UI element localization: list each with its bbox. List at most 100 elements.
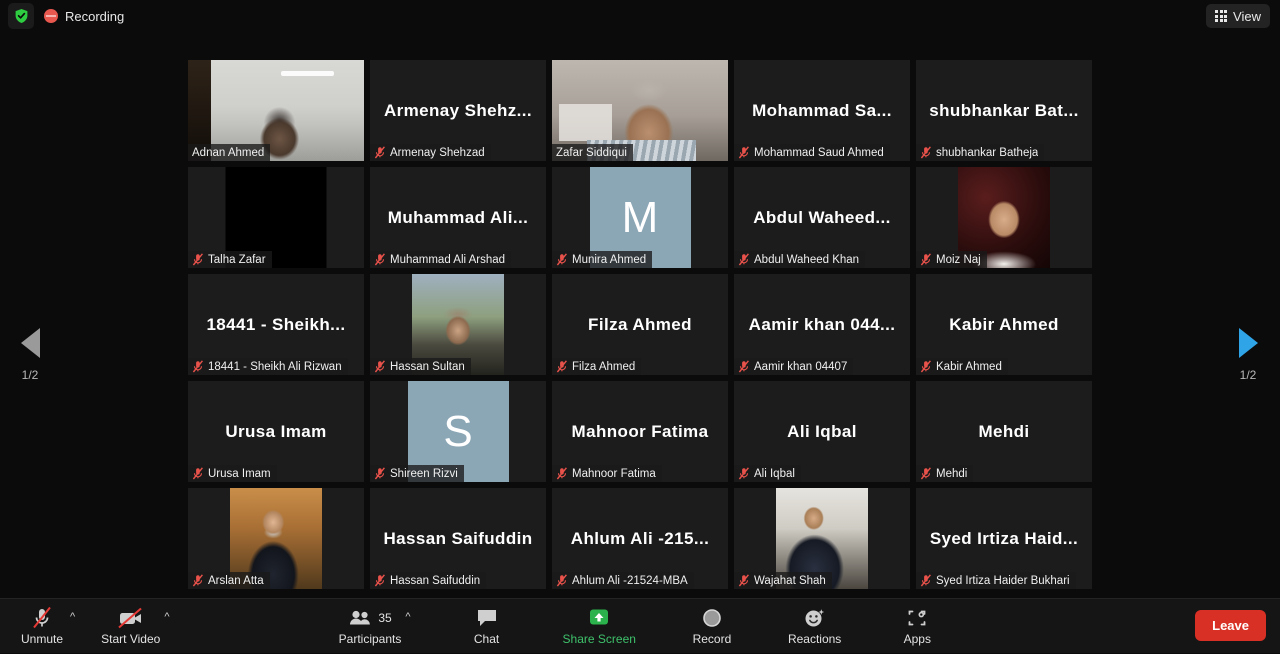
participant-name-label: Mehdi bbox=[936, 468, 967, 480]
participants-button[interactable]: 35 Participants bbox=[339, 599, 402, 646]
participant-name-label: Munira Ahmed bbox=[572, 254, 646, 266]
participant-name-badge: Zafar Siddiqui bbox=[552, 144, 633, 161]
share-screen-label: Share Screen bbox=[563, 632, 636, 646]
microphone-muted-icon bbox=[374, 467, 386, 480]
microphone-muted-icon bbox=[738, 360, 750, 373]
participants-control-group: 35 Participants ^ bbox=[339, 599, 411, 646]
previous-page-button[interactable]: 1/2 bbox=[0, 328, 60, 382]
microphone-muted-icon bbox=[374, 360, 386, 373]
participant-name-badge: Shireen Rizvi bbox=[370, 465, 464, 482]
participant-name-badge: Abdul Waheed Khan bbox=[734, 251, 865, 268]
participant-name-badge: Muhammad Ali Arshad bbox=[370, 251, 511, 268]
encryption-shield-button[interactable] bbox=[8, 3, 34, 29]
participant-tile[interactable]: Armenay Shehz...Armenay Shehzad bbox=[370, 60, 546, 161]
participant-tile[interactable]: MehdiMehdi bbox=[916, 381, 1092, 482]
participant-tile[interactable]: SShireen Rizvi bbox=[370, 381, 546, 482]
microphone-muted-icon bbox=[192, 574, 204, 587]
participant-name-label: Adnan Ahmed bbox=[192, 147, 264, 159]
participant-tile[interactable]: Talha Zafar bbox=[188, 167, 364, 268]
participant-display-name: shubhankar Bat... bbox=[923, 101, 1084, 121]
participants-caret[interactable]: ^ bbox=[405, 611, 410, 623]
participant-name-badge: Syed Irtiza Haider Bukhari bbox=[916, 572, 1076, 589]
view-button[interactable]: View bbox=[1206, 4, 1270, 28]
participant-tile[interactable]: Wajahat Shah bbox=[734, 488, 910, 589]
participant-name-badge: Moiz Naj bbox=[916, 251, 987, 268]
participant-display-name: Hassan Saifuddin bbox=[377, 529, 538, 549]
participant-tile[interactable]: Abdul Waheed...Abdul Waheed Khan bbox=[734, 167, 910, 268]
apps-bracket-icon bbox=[905, 605, 929, 631]
reactions-smiley-icon bbox=[802, 605, 828, 631]
participant-display-name: Filza Ahmed bbox=[582, 315, 698, 335]
participant-name-label: Ali Iqbal bbox=[754, 468, 795, 480]
participant-display-name: Ahlum Ali -215... bbox=[565, 529, 715, 549]
chevron-right-triangle-icon bbox=[1239, 328, 1258, 358]
participant-name-badge: Munira Ahmed bbox=[552, 251, 652, 268]
participant-tile[interactable]: Kabir Ahmed Kabir Ahmed bbox=[916, 274, 1092, 375]
apps-button[interactable]: Apps bbox=[893, 599, 941, 646]
participant-tile[interactable]: Syed Irtiza Haid... Syed Irtiza Haider Bu… bbox=[916, 488, 1092, 589]
participant-tile[interactable]: Urusa ImamUrusa Imam bbox=[188, 381, 364, 482]
participant-tile[interactable]: Muhammad Ali...Muhammad Ali Arshad bbox=[370, 167, 546, 268]
participant-tile[interactable]: Zafar Siddiqui bbox=[552, 60, 728, 161]
reactions-button[interactable]: Reactions bbox=[788, 599, 841, 646]
chat-bubble-icon bbox=[475, 605, 499, 631]
participant-name-label: Wajahat Shah bbox=[754, 575, 826, 587]
participant-name-label: Muhammad Ali Arshad bbox=[390, 254, 505, 266]
participants-icon: 35 bbox=[348, 605, 391, 631]
participant-tile[interactable]: Filza Ahmed Filza Ahmed bbox=[552, 274, 728, 375]
participant-display-name: Mohammad Sa... bbox=[746, 101, 898, 121]
participant-name-badge: Arslan Atta bbox=[188, 572, 270, 589]
share-screen-button[interactable]: Share Screen bbox=[563, 599, 636, 646]
shield-check-icon bbox=[14, 8, 29, 24]
participant-name-badge: Filza Ahmed bbox=[552, 358, 641, 375]
chat-button[interactable]: Chat bbox=[463, 599, 511, 646]
previous-page-label: 1/2 bbox=[0, 368, 60, 382]
participant-name-badge: Mohammad Saud Ahmed bbox=[734, 144, 890, 161]
microphone-muted-icon bbox=[738, 253, 750, 266]
participant-name-label: Armenay Shehzad bbox=[390, 147, 485, 159]
record-circle-icon bbox=[700, 605, 724, 631]
participant-display-name: Ali Iqbal bbox=[781, 422, 863, 442]
participant-tile[interactable]: Hassan SaifuddinHassan Saifuddin bbox=[370, 488, 546, 589]
grid-view-icon bbox=[1215, 10, 1227, 22]
participant-tile[interactable]: Adnan Ahmed bbox=[188, 60, 364, 161]
microphone-muted-icon bbox=[738, 146, 750, 159]
microphone-muted-icon bbox=[192, 253, 204, 266]
microphone-muted-icon bbox=[556, 574, 568, 587]
participant-tile[interactable]: MMunira Ahmed bbox=[552, 167, 728, 268]
microphone-muted-icon bbox=[556, 467, 568, 480]
participant-tile[interactable]: Aamir khan 044...Aamir khan 04407 bbox=[734, 274, 910, 375]
participant-tile[interactable]: Mahnoor FatimaMahnoor Fatima bbox=[552, 381, 728, 482]
apps-label: Apps bbox=[904, 632, 931, 646]
participant-display-name: Syed Irtiza Haid... bbox=[924, 529, 1084, 549]
meeting-toolbar: Unmute ^ Start Video ^ bbox=[0, 598, 1280, 653]
participant-name-label: Syed Irtiza Haider Bukhari bbox=[936, 575, 1070, 587]
participant-tile[interactable]: Hassan Sultan bbox=[370, 274, 546, 375]
participant-tile[interactable]: Arslan Atta bbox=[188, 488, 364, 589]
toolbar-right-group: Leave bbox=[1195, 610, 1266, 641]
leave-button[interactable]: Leave bbox=[1195, 610, 1266, 641]
next-page-button[interactable]: 1/2 bbox=[1218, 328, 1278, 382]
participant-tile[interactable]: Moiz Naj bbox=[916, 167, 1092, 268]
participant-name-badge: Talha Zafar bbox=[188, 251, 272, 268]
participant-name-label: Zafar Siddiqui bbox=[556, 147, 627, 159]
record-button[interactable]: Record bbox=[688, 599, 736, 646]
participant-tile[interactable]: Ali Iqbal Ali Iqbal bbox=[734, 381, 910, 482]
microphone-muted-icon bbox=[556, 360, 568, 373]
participant-tile[interactable]: Ahlum Ali -215...Ahlum Ali -21524-MBA bbox=[552, 488, 728, 589]
participant-display-name: Kabir Ahmed bbox=[943, 315, 1065, 335]
participant-name-label: Moiz Naj bbox=[936, 254, 981, 266]
participant-tile[interactable]: 18441 - Sheikh...18441 - Sheikh Ali Rizw… bbox=[188, 274, 364, 375]
participant-name-label: Kabir Ahmed bbox=[936, 361, 1002, 373]
recording-status: Recording bbox=[44, 9, 124, 24]
participant-name-label: 18441 - Sheikh Ali Rizwan bbox=[208, 361, 342, 373]
participant-tile[interactable]: shubhankar Bat...shubhankar Batheja bbox=[916, 60, 1092, 161]
participant-display-name: Mahnoor Fatima bbox=[566, 422, 715, 442]
participant-name-badge: 18441 - Sheikh Ali Rizwan bbox=[188, 358, 348, 375]
participant-tile[interactable]: Mohammad Sa... Mohammad Saud Ahmed bbox=[734, 60, 910, 161]
reactions-label: Reactions bbox=[788, 632, 841, 646]
participant-name-label: Arslan Atta bbox=[208, 575, 264, 587]
next-page-label: 1/2 bbox=[1218, 368, 1278, 382]
participant-name-badge: Mehdi bbox=[916, 465, 973, 482]
participant-name-label: Urusa Imam bbox=[208, 468, 271, 480]
